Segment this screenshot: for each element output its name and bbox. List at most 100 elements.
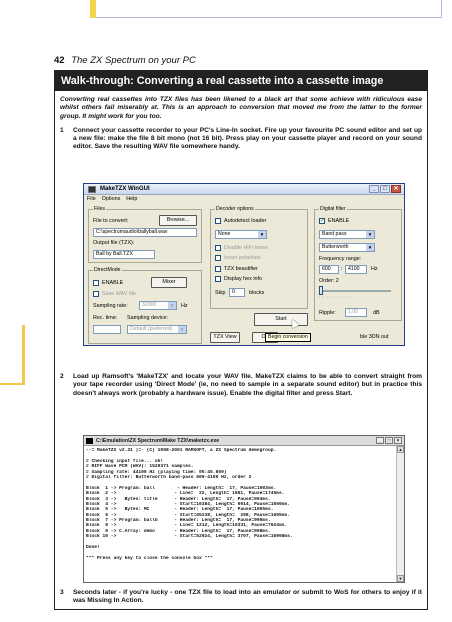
frequency-to-input[interactable]: 4100 (345, 265, 367, 274)
close-icon[interactable]: × (394, 437, 402, 444)
invert-checkbox[interactable] (215, 255, 221, 261)
digital-filter-group-title: Digital filter (319, 206, 347, 212)
app-logo-icon (88, 186, 96, 193)
console-titlebar: C:\Emulation\ZX Spectrum\Make TZX\maketz… (84, 436, 404, 446)
sampling-rate-value: 32000 (142, 302, 157, 308)
window-title: MakeTZX WinGUI (100, 186, 150, 192)
help-tail-text: ble 3DN out (360, 334, 389, 340)
loader-value: None (218, 231, 231, 237)
files-group: Files File to convert: Browse... C:\spec… (88, 206, 202, 263)
console-icon (86, 438, 93, 444)
sampling-device-label: Sampling device: (127, 315, 169, 321)
frequency-range-label: Frequency range: (319, 256, 362, 262)
disable-hifi-checkbox[interactable] (215, 245, 221, 251)
console-scrollbar[interactable]: ▲ ▼ (396, 446, 404, 582)
browse-button[interactable]: Browse... (159, 215, 197, 226)
invert-label: Invert polarities (224, 255, 261, 261)
convert-file-input[interactable]: C:\spectrumaudio\ballyball.wav (93, 228, 197, 237)
window-titlebar: MakeTZX WinGUI _ □ ✕ (84, 184, 404, 195)
ripple-input[interactable]: 1.00 (345, 308, 367, 317)
console-output: --= MakeTZX v2.31 |=- (C) 1998-2001 RAMS… (86, 448, 394, 580)
step-2: 2 Load up Ramsoft's 'MakeTZX' and locate… (55, 373, 427, 398)
step-number: 3 (60, 589, 64, 596)
menu-help[interactable]: Help (126, 195, 137, 203)
decoder-group-title: Decoder options (215, 206, 255, 212)
filter-enable-checkbox[interactable] (319, 217, 325, 224)
sampling-device-value: Default (preferred) (130, 326, 173, 332)
tzx-view-button[interactable]: TZX View (210, 332, 240, 343)
beautifier-label: TZX beautifier (224, 266, 258, 272)
filter-algo-value: Butterworth (322, 244, 349, 250)
console-window: C:\Emulation\ZX Spectrum\Make TZX\maketz… (83, 435, 405, 583)
sampling-rate-select[interactable]: 32000 ▼ (139, 301, 177, 310)
ripple-db-label: dB (373, 310, 380, 316)
step-text: Load up Ramsoft's 'MakeTZX' and locate y… (73, 373, 422, 397)
order-slider-thumb[interactable] (319, 286, 323, 295)
chevron-down-icon: ▼ (366, 244, 374, 251)
save-wav-checkbox[interactable] (93, 291, 99, 297)
scroll-up-icon[interactable]: ▲ (397, 446, 404, 453)
directmode-group-title: DirectMode (93, 267, 122, 273)
order-label: Order: 2 (319, 278, 339, 284)
mixer-button[interactable]: Mixer (151, 277, 187, 288)
walkthrough-box: Walk-through: Converting a real cassette… (54, 70, 428, 610)
step-text: Connect your cassette recorder to your P… (73, 126, 422, 151)
start-button[interactable]: Start (254, 313, 308, 326)
menu-file[interactable]: File (87, 195, 96, 203)
range-separator: : (341, 266, 343, 272)
digital-filter-group: Digital filter ENABLE Band pass ▼ Butterw… (314, 206, 402, 321)
ripple-label: Ripple: (319, 310, 336, 316)
menu-bar: File Options Help (84, 195, 404, 203)
intro-paragraph: Converting real cassettes into TZX files… (60, 96, 422, 120)
loader-select[interactable]: None ▼ (215, 230, 267, 239)
top-accent (90, 0, 96, 18)
filter-algo-select[interactable]: Butterworth ▼ (319, 243, 375, 252)
page-header: 42 The ZX Spectrum on your PC (54, 55, 196, 66)
chevron-down-icon: ▼ (366, 231, 374, 238)
filter-type-select[interactable]: Band pass ▼ (319, 230, 375, 239)
page-number: 42 (54, 55, 65, 66)
maximize-icon[interactable]: □ (380, 185, 390, 193)
autodetect-label: Autodetect loader (224, 218, 267, 224)
skip-input[interactable]: 0 (229, 288, 245, 297)
hz-label: Hz (181, 303, 188, 309)
sampling-device-select[interactable]: Default (preferred) ▼ (127, 325, 187, 334)
output-label: Output file (TZX): (93, 240, 135, 246)
sampling-rate-label: Sampling rate: (93, 303, 128, 309)
frequency-hz-label: Hz (371, 266, 378, 272)
step-text: Seconds later - if you're lucky - one TZ… (73, 589, 422, 605)
filter-enable-label: ENABLE (328, 218, 350, 224)
direct-enable-label: ENABLE (102, 280, 124, 286)
blocks-label: blocks (249, 290, 265, 296)
menu-options[interactable]: Options (102, 195, 121, 203)
beautifier-checkbox[interactable] (215, 266, 221, 272)
step-3: 3 Seconds later - if you're lucky - one … (55, 589, 427, 606)
minimize-icon[interactable]: _ (376, 437, 384, 444)
minimize-icon[interactable]: _ (369, 185, 379, 193)
page-header-title: The ZX Spectrum on your PC (71, 55, 196, 66)
chevron-down-icon: ▼ (168, 302, 176, 309)
scroll-down-icon[interactable]: ▼ (397, 575, 404, 582)
files-group-title: Files (93, 206, 106, 212)
output-file-input[interactable]: Ball by Ball.TZX (93, 250, 155, 259)
maximize-icon[interactable]: □ (385, 437, 393, 444)
frequency-from-input[interactable]: 600 (319, 265, 339, 274)
chevron-down-icon: ▼ (258, 231, 266, 238)
convert-label: File to convert: (93, 218, 129, 224)
begin-conversion-tooltip: Begin conversion (265, 333, 311, 342)
disable-hifi-label: Disable HiFi tones (224, 245, 268, 251)
rec-time-label: Rec. time: (93, 315, 118, 321)
close-icon[interactable]: ✕ (391, 185, 401, 193)
console-title: C:\Emulation\ZX Spectrum\Make TZX\maketz… (96, 438, 220, 444)
rec-time-input[interactable] (93, 325, 121, 334)
order-slider[interactable] (319, 290, 391, 292)
autodetect-checkbox[interactable] (215, 218, 221, 224)
direct-enable-checkbox[interactable] (93, 280, 99, 286)
hex-info-checkbox[interactable] (215, 276, 221, 282)
skip-label: Skip (215, 290, 226, 296)
directmode-group: DirectMode ENABLE Mixer Save WAV file Sa… (88, 267, 202, 344)
console-line: *** Press any key to close the console b… (86, 555, 213, 561)
side-accent-horizontal (0, 383, 22, 385)
step-number: 2 (60, 373, 64, 380)
hex-info-label: Display hex info (224, 276, 263, 282)
